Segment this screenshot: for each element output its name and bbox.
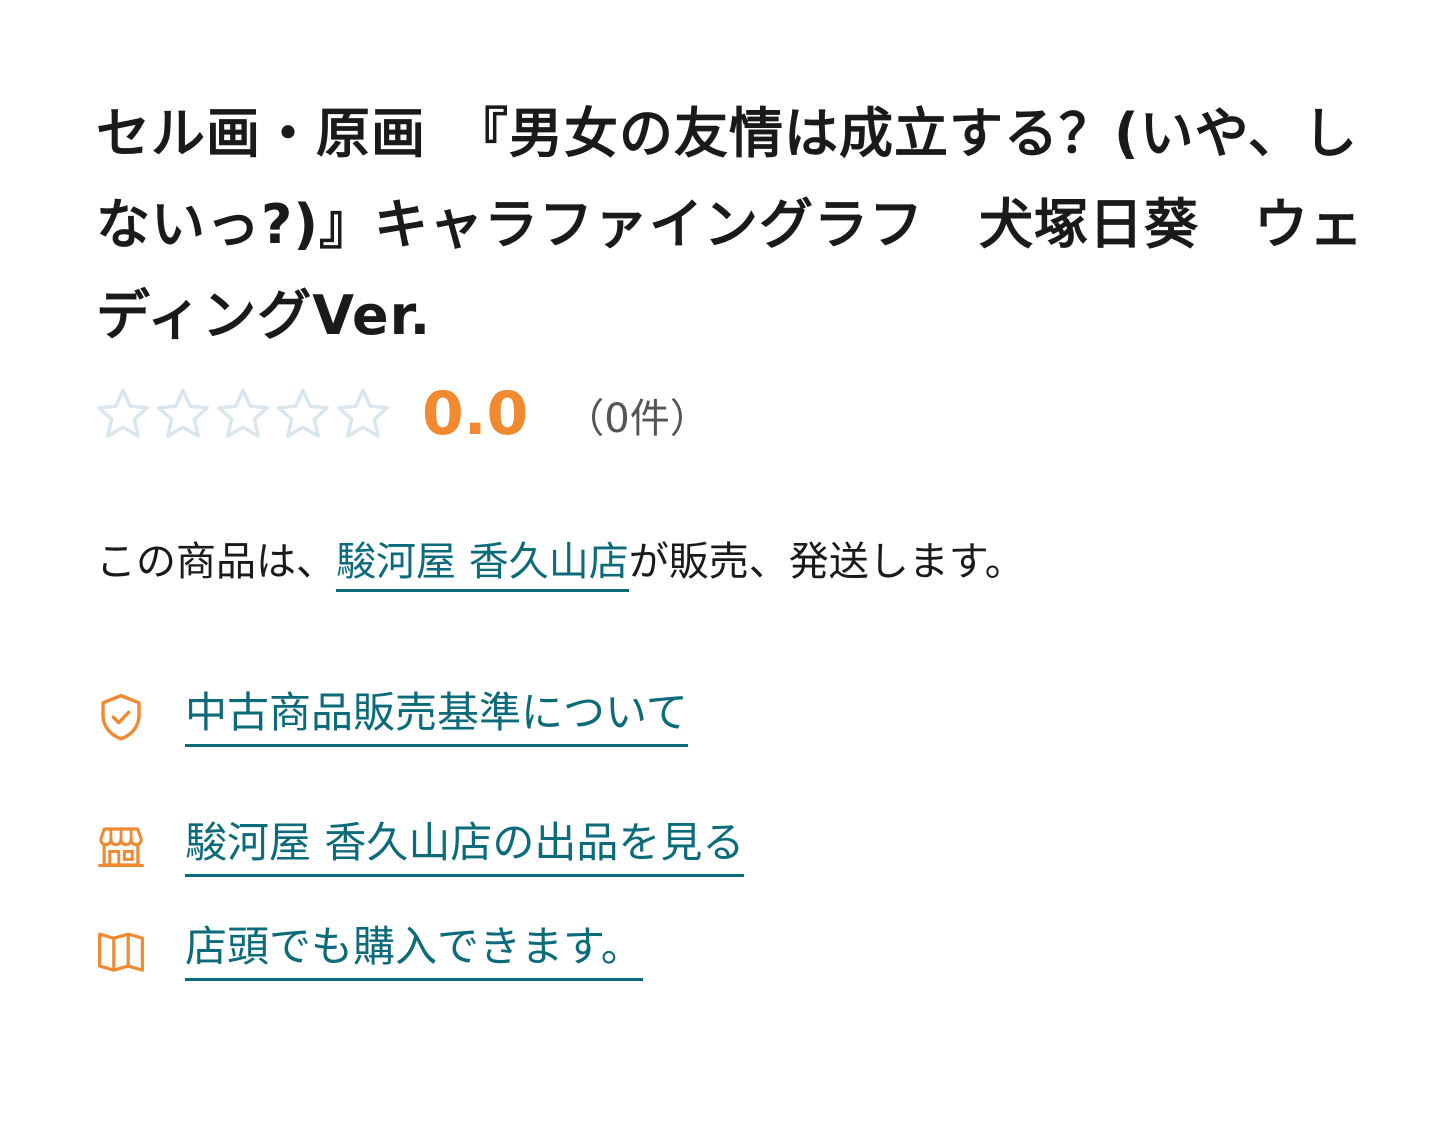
star-empty-icon	[97, 388, 149, 438]
star-rating[interactable]	[94, 385, 392, 443]
seller-statement-prefix: この商品は、	[96, 539, 336, 585]
rating-score: 0.0	[422, 379, 529, 449]
store-listings-row: 駿河屋 香久山店の出品を見る	[94, 816, 745, 877]
in-store-purchase-row: 店頭でも購入できます。	[94, 920, 643, 981]
used-standard-row: 中古商品販売基準について	[94, 686, 688, 747]
star-empty-icon	[217, 388, 269, 438]
shield-check-icon	[101, 693, 141, 741]
review-count-link[interactable]: （0件）	[564, 387, 709, 451]
used-standard-link[interactable]: 中古商品販売基準について	[185, 686, 688, 747]
store-name-link[interactable]: 駿河屋 香久山店	[336, 539, 629, 592]
map-icon	[98, 932, 144, 972]
seller-statement: この商品は、駿河屋 香久山店が販売、発送します。	[96, 534, 1025, 592]
seller-statement-suffix: が販売、発送します。	[628, 539, 1025, 585]
star-empty-icon	[157, 388, 209, 438]
rating-summary: 0.0 （0件）	[94, 382, 710, 446]
product-title: セル画・原画 『男女の友情は成立する？(いや、しないっ?)』キャラファイングラフ…	[96, 102, 1365, 347]
store-listings-link[interactable]: 駿河屋 香久山店の出品を見る	[185, 816, 745, 877]
star-empty-icon	[277, 388, 329, 438]
star-empty-icon	[337, 388, 389, 438]
product-info-panel: セル画・原画 『男女の友情は成立する？(いや、しないっ?)』キャラファイングラフ…	[0, 0, 1448, 1121]
storefront-icon	[98, 826, 144, 867]
in-store-purchase-link[interactable]: 店頭でも購入できます。	[185, 920, 643, 981]
